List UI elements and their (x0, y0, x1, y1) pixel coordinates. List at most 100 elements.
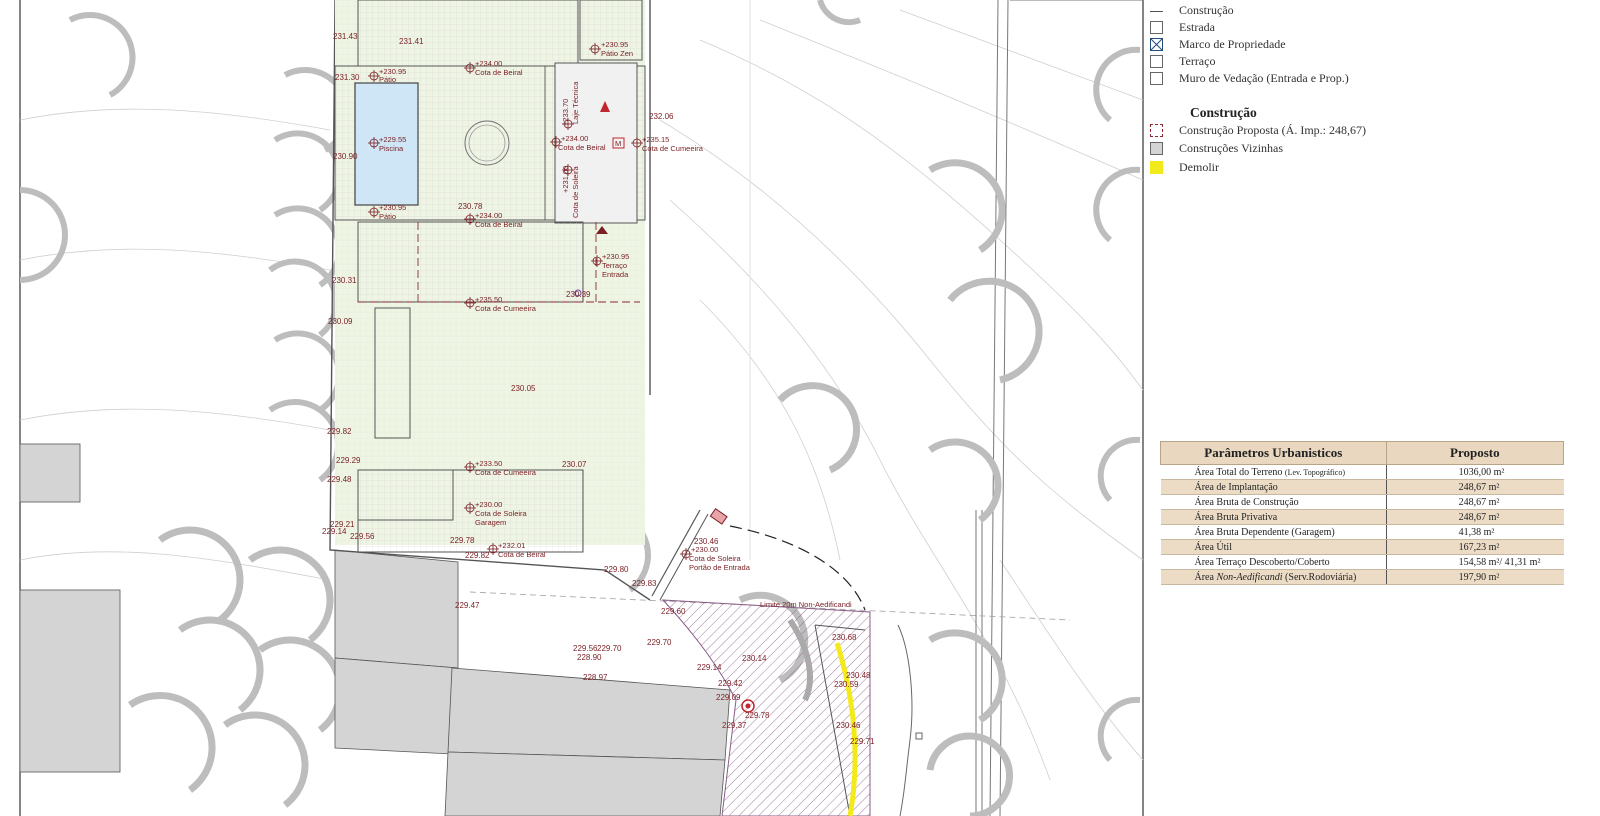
svg-text:+230.00: +230.00 (475, 500, 502, 509)
table-row: Área Bruta Dependente (Garagem) 41,38 m² (1160, 524, 1564, 540)
svg-text:229.70: 229.70 (647, 638, 672, 647)
svg-text:Cota de Beiral: Cota de Beiral (475, 68, 523, 77)
svg-text:229.48: 229.48 (327, 475, 352, 484)
svg-text:230.78: 230.78 (458, 202, 483, 211)
svg-text:Cota de Cumeeira: Cota de Cumeeira (475, 468, 537, 477)
svg-text:230.39: 230.39 (566, 290, 591, 299)
svg-text:230.48: 230.48 (846, 671, 871, 680)
line-swatch-icon (1150, 10, 1163, 12)
svg-text:+230.95: +230.95 (602, 252, 629, 261)
box-swatch-icon (1150, 71, 1163, 85)
svg-text:+235.15: +235.15 (642, 135, 669, 144)
svg-text:+234.00: +234.00 (475, 211, 502, 220)
svg-text:+234.00: +234.00 (475, 59, 502, 68)
table-row: Área Bruta de Construção 248,67 m² (1160, 494, 1564, 510)
box-swatch-icon (1150, 54, 1163, 68)
svg-text:229.47: 229.47 (455, 601, 480, 610)
svg-text:231.43: 231.43 (333, 32, 358, 41)
svg-text:229.70: 229.70 (597, 644, 622, 653)
limit-label: Limite 20m Non-Aedificandi (760, 600, 852, 609)
svg-text:+235.50: +235.50 (475, 295, 502, 304)
svg-text:229.56: 229.56 (573, 644, 598, 653)
table-row: Área Terraço Descoberto/Coberto 154,58 m… (1160, 554, 1564, 570)
svg-text:Piscina: Piscina (379, 144, 404, 153)
dashed-swatch-icon (1150, 123, 1163, 137)
svg-text:Pátio: Pátio (379, 212, 396, 221)
svg-text:Cota de Cumeeira: Cota de Cumeeira (642, 144, 704, 153)
svg-text:229.37: 229.37 (722, 721, 747, 730)
svg-text:230.59: 230.59 (834, 680, 859, 689)
svg-text:+234.00: +234.00 (561, 134, 588, 143)
svg-text:Cota de Beiral: Cota de Beiral (558, 143, 606, 152)
svg-text:Pátio Zen: Pátio Zen (601, 49, 633, 58)
svg-text:Terraço: Terraço (602, 261, 627, 270)
meter-symbol: M (615, 139, 621, 148)
svg-text:228.90: 228.90 (577, 653, 602, 662)
urban-parameters-table: Parâmetros Urbanisticos Proposto Área To… (1160, 441, 1565, 585)
svg-text:229.78: 229.78 (745, 711, 770, 720)
svg-text:229.42: 229.42 (718, 679, 743, 688)
svg-text:230.68: 230.68 (832, 633, 857, 642)
svg-text:229.71: 229.71 (850, 737, 875, 746)
svg-text:Cota de Cumeeira: Cota de Cumeeira (475, 304, 537, 313)
svg-text:229.29: 229.29 (336, 456, 361, 465)
svg-text:229.14: 229.14 (322, 527, 347, 536)
legend-section-title: Construção (1190, 105, 1257, 120)
svg-text:+233.70: +233.70 (561, 99, 570, 126)
svg-text:230.07: 230.07 (562, 460, 587, 469)
yellow-swatch-icon (1150, 160, 1163, 174)
svg-text:+231.00: +231.00 (561, 166, 570, 193)
legend-item-marco: Marco de Propriedade (1150, 36, 1286, 52)
svg-text:230.05: 230.05 (511, 384, 536, 393)
table-row: Área Non-Aedificandi (Serv.Rodoviária) 1… (1160, 569, 1564, 585)
table-row: Área Total do Terreno (Lev. Topográfico)… (1160, 464, 1564, 480)
legend-item-demolir: Demolir (1150, 159, 1219, 175)
svg-text:229.82: 229.82 (327, 427, 352, 436)
svg-text:229.14: 229.14 (697, 663, 722, 672)
svg-text:229.83: 229.83 (632, 579, 657, 588)
table-header-param: Parâmetros Urbanisticos (1160, 441, 1387, 465)
svg-text:230.46: 230.46 (836, 721, 861, 730)
svg-text:229.78: 229.78 (450, 536, 475, 545)
svg-text:229.80: 229.80 (604, 565, 629, 574)
svg-text:+233.50: +233.50 (475, 459, 502, 468)
svg-text:Entrada: Entrada (602, 270, 629, 279)
svg-text:Cota de Soleira: Cota de Soleira (475, 509, 528, 518)
svg-text:Cota de Beiral: Cota de Beiral (498, 550, 546, 559)
svg-text:230.46: 230.46 (694, 537, 719, 546)
svg-text:229.82: 229.82 (465, 551, 490, 560)
svg-text:Cota de Soleira: Cota de Soleira (571, 165, 580, 218)
svg-text:231.41: 231.41 (399, 37, 424, 46)
svg-text:232.06: 232.06 (649, 112, 674, 121)
svg-text:Portão de Entrada: Portão de Entrada (689, 563, 751, 572)
legend-item-proposta: Construção Proposta (Á. Imp.: 248,67) (1150, 122, 1366, 138)
svg-text:230.14: 230.14 (742, 654, 767, 663)
table-row: Área Útil 167,23 m² (1160, 539, 1564, 555)
svg-text:+229.55: +229.55 (379, 135, 406, 144)
legend-item-estrada: Estrada (1150, 19, 1215, 35)
svg-text:Garagem: Garagem (475, 518, 506, 527)
svg-text:+232.01: +232.01 (498, 541, 525, 550)
svg-text:229.56: 229.56 (350, 532, 375, 541)
table-row: Área de Implantação 248,67 m² (1160, 479, 1564, 495)
svg-text:+230.95: +230.95 (379, 203, 406, 212)
svg-text:+230.00: +230.00 (691, 545, 718, 554)
legend-item-vizinhas: Construções Vizinhas (1150, 140, 1283, 156)
legend-item-muro: Muro de Vedação (Entrada e Prop.) (1150, 70, 1349, 86)
svg-text:228.97: 228.97 (583, 673, 608, 682)
grey-swatch-icon (1150, 141, 1163, 155)
svg-text:229.60: 229.60 (661, 607, 686, 616)
svg-text:229.09: 229.09 (716, 693, 741, 702)
svg-text:Laje Técnica: Laje Técnica (571, 81, 580, 124)
svg-text:230.31: 230.31 (332, 276, 357, 285)
table-header-value: Proposto (1385, 441, 1565, 465)
legend-item-terraco: Terraço (1150, 53, 1215, 69)
svg-text:230.90: 230.90 (333, 152, 358, 161)
svg-text:+230.95: +230.95 (601, 40, 628, 49)
svg-text:231.30: 231.30 (335, 73, 360, 82)
legend-item-construcao: Construção (1150, 2, 1234, 18)
svg-text:Pátio: Pátio (379, 75, 396, 84)
box-swatch-icon (1150, 20, 1163, 34)
table-row: Área Bruta Privativa 248,67 m² (1160, 509, 1564, 525)
svg-text:Cota de Soleira: Cota de Soleira (689, 554, 742, 563)
